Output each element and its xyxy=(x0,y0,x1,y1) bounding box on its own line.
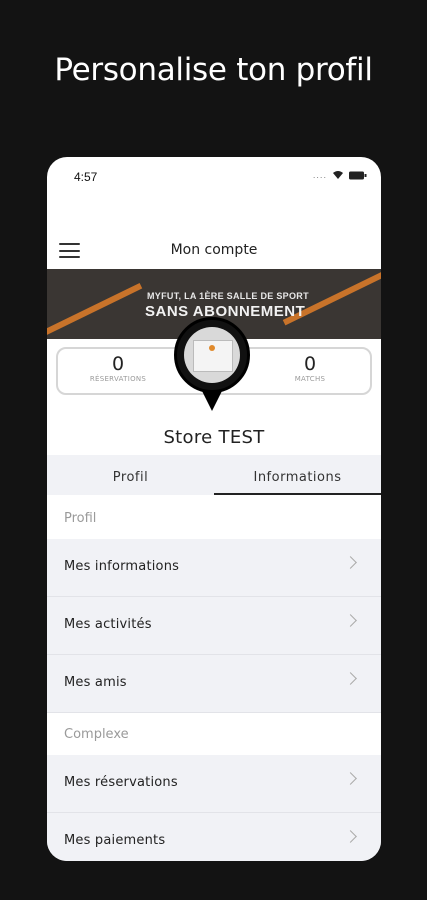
chevron-right-icon xyxy=(344,614,357,627)
banner-line1: MYFUT, LA 1ÈRE SALLE DE SPORT xyxy=(147,291,309,301)
list-item-mes-informations[interactable]: Mes informations xyxy=(47,539,381,597)
avatar-frame xyxy=(174,317,250,393)
chevron-right-icon xyxy=(344,672,357,685)
list-item-mes-reservations[interactable]: Mes réservations xyxy=(47,755,381,813)
matchs-count: 0 xyxy=(303,353,317,375)
list-item-label: Mes amis xyxy=(64,675,127,690)
wifi-icon xyxy=(333,171,343,179)
section-header-complexe: Complexe xyxy=(47,713,381,755)
section-header-profil: Profil xyxy=(47,497,381,539)
list-item-label: Mes réservations xyxy=(64,775,178,790)
phone-screen: 4:57 .... Mon compte MYFUT, LA 1ÈRE SALL… xyxy=(47,157,381,861)
tab-informations[interactable]: Informations xyxy=(214,455,381,495)
matchs-stat[interactable]: 0 MATCHS xyxy=(255,353,365,383)
app-bar: Mon compte xyxy=(47,233,381,269)
profile-tabs: Profil Informations xyxy=(47,455,381,495)
chevron-right-icon xyxy=(344,830,357,843)
list-item-label: Mes paiements xyxy=(64,833,166,848)
page-headline: Personalise ton profil xyxy=(54,52,373,88)
status-icons: .... xyxy=(313,170,367,180)
tab-profil[interactable]: Profil xyxy=(47,455,214,495)
list-item-label: Mes activités xyxy=(64,617,152,632)
matchs-label: MATCHS xyxy=(294,375,326,383)
section-title: Profil xyxy=(64,511,97,526)
list-item-mes-amis[interactable]: Mes amis xyxy=(47,655,381,713)
app-bar-title: Mon compte xyxy=(170,242,258,258)
section-title: Complexe xyxy=(64,727,129,742)
chevron-right-icon xyxy=(344,772,357,785)
list-item-mes-activites[interactable]: Mes activités xyxy=(47,597,381,655)
reservations-stat[interactable]: 0 RÉSERVATIONS xyxy=(63,353,173,383)
avatar-image xyxy=(184,327,240,383)
status-bar: 4:57 .... xyxy=(47,157,381,197)
battery-icon xyxy=(349,171,367,179)
reservations-count: 0 xyxy=(111,353,125,375)
chevron-right-icon xyxy=(344,556,357,569)
signal-dots: .... xyxy=(312,170,327,180)
profile-name: Store TEST xyxy=(163,427,265,448)
reservations-label: RÉSERVATIONS xyxy=(89,375,147,383)
avatar[interactable] xyxy=(174,317,250,413)
list-item-label: Mes informations xyxy=(64,559,180,574)
status-time: 4:57 xyxy=(74,170,98,184)
list-item-mes-paiements[interactable]: Mes paiements xyxy=(47,813,381,861)
